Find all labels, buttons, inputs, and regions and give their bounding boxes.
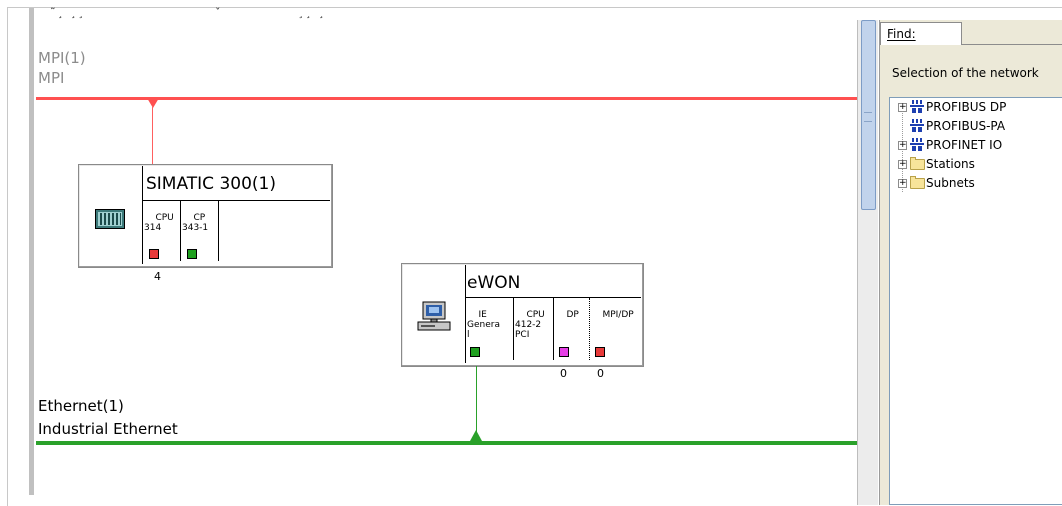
status-led bbox=[595, 347, 605, 357]
mpi-connection-line bbox=[152, 106, 153, 166]
module-label: DP bbox=[566, 310, 579, 320]
network-icon bbox=[910, 119, 924, 132]
module-label: CPU 314 bbox=[144, 213, 174, 233]
tree-item-label: Subnets bbox=[926, 176, 975, 190]
clipped-top-text: ¸¸ ¸ bbox=[298, 6, 326, 19]
ethernet-connection-marker bbox=[470, 430, 482, 441]
tree-item-label: PROFIBUS DP bbox=[926, 100, 1007, 114]
station-icon-area bbox=[403, 265, 466, 363]
mpi-subnet-name[interactable]: MPI(1) bbox=[38, 49, 86, 68]
ethernet-subnet-type: Industrial Ethernet bbox=[38, 420, 178, 438]
status-led bbox=[187, 249, 197, 259]
folder-icon bbox=[910, 157, 925, 170]
station-ewon[interactable]: eWON IE Genera l CPU 412-2 PCI DP MPI/DP bbox=[401, 263, 644, 367]
station-title: SIMATIC 300(1) bbox=[146, 174, 276, 194]
network-icon bbox=[910, 138, 924, 151]
station-title-bar: eWON bbox=[466, 265, 641, 298]
folder-icon bbox=[910, 176, 925, 189]
scrollbar-grip-icon bbox=[864, 112, 872, 122]
expand-plus-icon[interactable]: + bbox=[898, 160, 907, 169]
tab-find[interactable]: Find: bbox=[880, 22, 962, 45]
station-title-bar: SIMATIC 300(1) bbox=[143, 166, 330, 201]
node-address: 0 bbox=[597, 367, 604, 380]
tree-item-label: Stations bbox=[926, 157, 975, 171]
status-led bbox=[559, 347, 569, 357]
mpi-connection-marker bbox=[147, 98, 159, 108]
tree-item-label: PROFINET IO bbox=[926, 138, 1003, 152]
expand-plus-icon[interactable]: + bbox=[898, 141, 907, 150]
ethernet-bus-line[interactable] bbox=[36, 441, 857, 445]
ethernet-connection-line bbox=[476, 366, 477, 434]
network-icon bbox=[910, 100, 924, 113]
node-address: 0 bbox=[560, 367, 567, 380]
module-label: CPU 412-2 PCI bbox=[515, 310, 545, 340]
ethernet-subnet-name[interactable]: Ethernet(1) bbox=[38, 397, 124, 416]
module-slot-cpu-412[interactable]: CPU 412-2 PCI bbox=[514, 298, 554, 360]
node-address: 4 bbox=[154, 270, 161, 283]
pc-station-icon bbox=[417, 301, 451, 331]
expand-plus-icon[interactable]: + bbox=[898, 103, 907, 112]
tree-item-label: PROFIBUS-PA bbox=[926, 119, 1006, 133]
module-label: IE Genera l bbox=[467, 310, 500, 340]
tab-strip-divider bbox=[962, 44, 1062, 45]
module-label: MPI/DP bbox=[602, 310, 634, 320]
station-simatic-300[interactable]: SIMATIC 300(1) CPU 314 CP 343-1 bbox=[78, 164, 333, 268]
expand-plus-icon[interactable]: + bbox=[898, 179, 907, 188]
station-icon-area bbox=[80, 166, 143, 264]
network-tree[interactable]: + PROFIBUS DP PROFIBUS-PA + PROFINET IO … bbox=[889, 97, 1062, 505]
plc-rack-icon bbox=[95, 209, 125, 229]
selection-label: Selection of the network bbox=[892, 66, 1039, 80]
tab-find-label: Find: bbox=[887, 27, 916, 41]
mpi-subnet-type: MPI bbox=[38, 69, 65, 87]
station-title: eWON bbox=[467, 273, 521, 293]
status-led bbox=[149, 249, 159, 259]
module-label: CP 343-1 bbox=[182, 213, 209, 233]
clipped-top-text: ˇ bbox=[215, 6, 223, 19]
clipped-top-text: ˜¸ ¸¸ bbox=[50, 6, 86, 19]
status-led bbox=[470, 347, 480, 357]
canvas-left-border bbox=[29, 8, 34, 495]
